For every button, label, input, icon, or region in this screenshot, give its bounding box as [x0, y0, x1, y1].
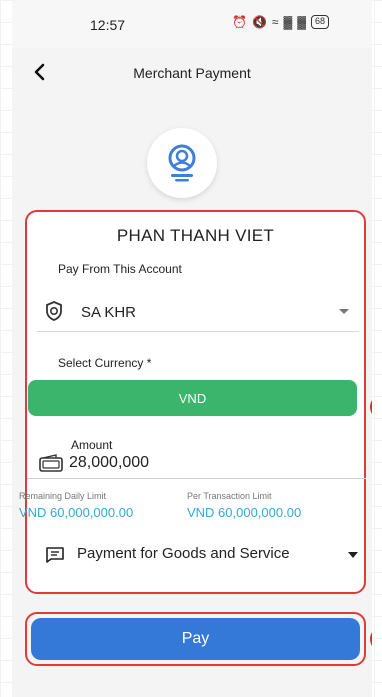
account-value: SA KHR: [81, 304, 137, 321]
merchant-name: PHAN THANH VIET: [116, 226, 275, 245]
phone-screen: 12:57 ⏰ 🔇 ≈ ▓ ▓ 68 Merchant Payment PHAN…: [12, 0, 372, 697]
wallet-icon: [39, 454, 63, 472]
chevron-down-icon: [339, 309, 349, 314]
wifi-icon: ≈: [271, 15, 279, 29]
amount-value: 28,000,000: [69, 454, 150, 471]
user-icon: [168, 144, 196, 182]
app-header: Merchant Payment: [12, 48, 372, 98]
payment-details-card: PHAN THANH VIET Pay From This Account SA…: [19, 210, 367, 594]
per-transaction-limit-value: VND 60,000,000.00: [187, 505, 302, 520]
remaining-daily-limit-value: VND 60,000,000.00: [19, 505, 134, 520]
signal-icon: ▓: [283, 15, 293, 29]
page-title: Merchant Payment: [133, 65, 251, 81]
pay-button[interactable]: Pay: [31, 618, 360, 660]
annotation-marker: [370, 394, 372, 420]
per-transaction-limit-label: Per Transaction Limit: [187, 491, 272, 501]
payment-purpose-select[interactable]: Payment for Goods and Service: [37, 540, 362, 570]
select-currency-label: Select Currency *: [58, 356, 152, 370]
merchant-avatar: [147, 128, 217, 198]
annotation-marker: [370, 626, 372, 652]
pay-button-highlight: Pay: [25, 612, 366, 666]
alarm-icon: ⏰: [232, 15, 247, 29]
battery-icon: 68: [311, 15, 330, 29]
status-icons: ⏰ 🔇 ≈ ▓ ▓ 68: [232, 14, 330, 30]
account-select[interactable]: SA KHR: [37, 292, 359, 332]
remaining-daily-limit-label: Remaining Daily Limit: [19, 491, 107, 501]
shield-icon: [46, 301, 62, 321]
currency-select-button[interactable]: VND: [28, 380, 357, 416]
mute-icon: 🔇: [251, 15, 267, 29]
chevron-down-icon: [348, 552, 358, 558]
status-bar: 12:57 ⏰ 🔇 ≈ ▓ ▓ 68: [12, 0, 372, 48]
status-time: 12:57: [90, 17, 126, 33]
message-icon: [46, 547, 64, 563]
amount-input[interactable]: 28,000,000: [27, 450, 367, 476]
amount-divider: [27, 478, 366, 479]
pay-from-label: Pay From This Account: [58, 262, 182, 276]
signal-icon: ▓: [297, 15, 306, 29]
payment-purpose-value: Payment for Goods and Service: [77, 545, 290, 562]
